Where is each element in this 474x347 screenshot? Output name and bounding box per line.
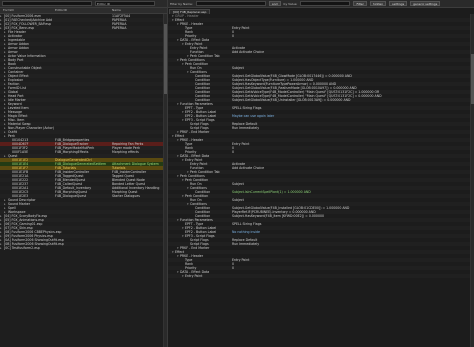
record-tree-pane: Editor ID FormID EditorID Name ▸ [00] Fus… bbox=[0, 0, 168, 347]
filter-name-label: Filter by Name: bbox=[170, 1, 193, 6]
expand-icon[interactable]: ▸ bbox=[0, 246, 2, 250]
column-header-name[interactable]: Name bbox=[112, 8, 121, 13]
filter-button[interactable]: Filter bbox=[353, 1, 367, 6]
generic-settings-button[interactable]: generic settings bbox=[410, 1, 441, 6]
filter-name-input[interactable] bbox=[195, 1, 266, 6]
tree-row[interactable]: ▸ [0C] Testfusiform2.esp bbox=[0, 246, 167, 250]
column-header-formid[interactable]: FormID bbox=[3, 8, 14, 13]
tree-cell-formid: [0C] Testfusiform2.esp bbox=[4, 246, 40, 250]
column-header-editorid[interactable]: EditorID bbox=[55, 8, 67, 13]
right-scrollbar[interactable] bbox=[470, 14, 474, 347]
left-toolbar: Editor ID bbox=[0, 0, 167, 8]
right-toolbar: Filter by Name: and by Value: Filter hid… bbox=[168, 0, 474, 8]
and-toggle[interactable]: and bbox=[268, 1, 281, 6]
settings-button[interactable]: settings bbox=[389, 1, 408, 6]
record-view-pane: Filter by Name: and by Value: Filter hid… bbox=[168, 0, 474, 347]
filter-value-input[interactable] bbox=[300, 1, 351, 6]
record-fields: ▾ GRUP - Header ▾ Effect ▾ PRKE - Header Type E… bbox=[168, 14, 470, 278]
field-label: Entry Point bbox=[185, 274, 203, 278]
formid-search-input[interactable] bbox=[2, 1, 92, 6]
editorid-filter-input[interactable]: Editor ID bbox=[95, 1, 155, 6]
record-tree: ▸ [00] Fusiform2006.esm 11AF2F5A4 ▸ [01] FAE… bbox=[0, 14, 167, 250]
hidden-button[interactable]: hidden bbox=[369, 1, 387, 6]
expand-icon[interactable]: ▾ bbox=[182, 274, 184, 278]
record-field-row[interactable]: ▾ Entry Point bbox=[168, 274, 470, 278]
filter-value-label: by Value: bbox=[283, 1, 298, 6]
